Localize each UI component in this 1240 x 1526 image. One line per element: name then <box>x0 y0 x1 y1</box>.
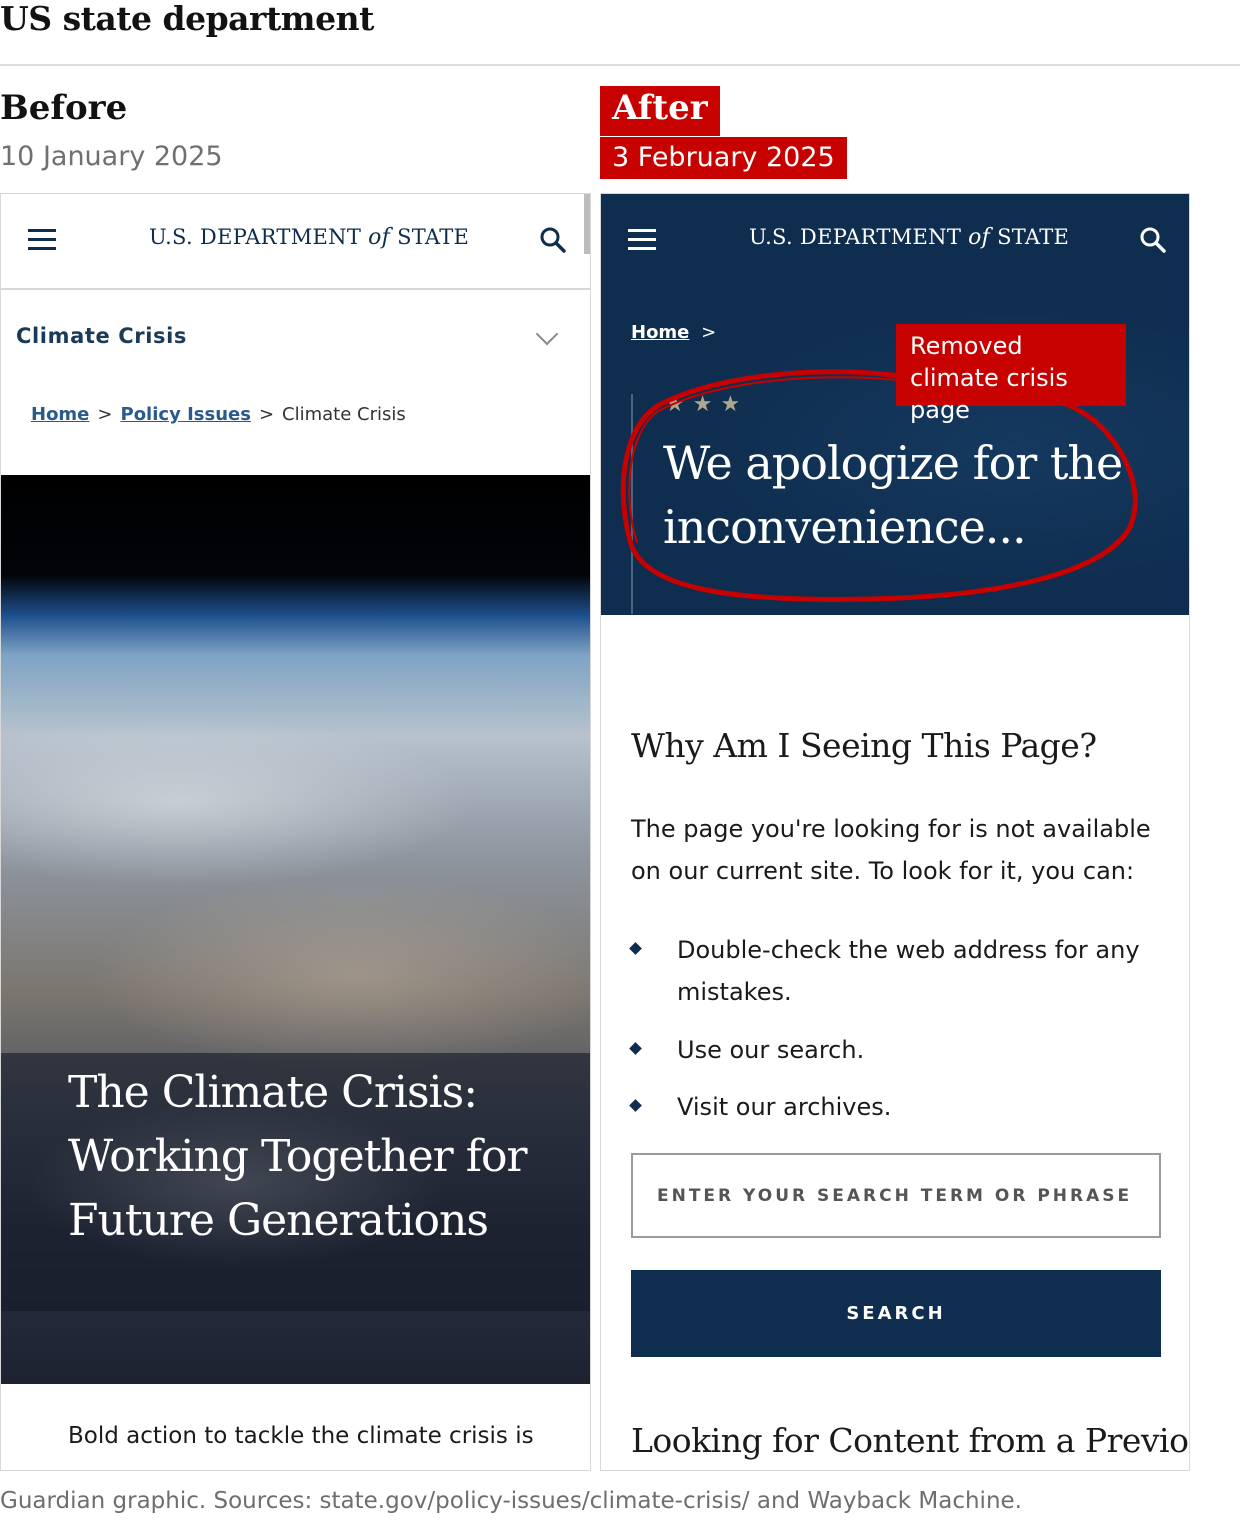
body-text: Bold action to tackle the climate crisis… <box>68 1423 534 1449</box>
list-item: Use our search. <box>677 1036 865 1064</box>
site-header: U.S. DEPARTMENT of STATE <box>1 194 590 290</box>
graphic-title: US state department <box>0 0 374 38</box>
hero-earth-image: The Climate Crisis: Working Together for… <box>1 475 590 1384</box>
list-item: Visit our archives. <box>677 1093 892 1121</box>
after-screenshot: U.S. DEPARTMENT of STATE Home > ★★★ We a… <box>600 193 1190 1471</box>
search-icon[interactable] <box>539 226 567 254</box>
before-screenshot: U.S. DEPARTMENT of STATE Climate Crisis … <box>0 193 591 1471</box>
list-item: Double-check the web address for any mis… <box>677 936 1140 1006</box>
diamond-bullet-icon <box>629 1042 642 1055</box>
breadcrumb: Home > Policy Issues > Climate Crisis <box>31 404 406 425</box>
previous-admin-heading: Looking for Content from a Previous <box>631 1421 1190 1460</box>
title-divider <box>0 64 1240 66</box>
after-date: 3 February 2025 <box>600 137 847 179</box>
diamond-bullet-icon <box>629 942 642 955</box>
breadcrumb-current: Climate Crisis <box>282 404 406 425</box>
before-label: Before <box>0 88 128 128</box>
site-logo[interactable]: U.S. DEPARTMENT of STATE <box>149 225 469 250</box>
breadcrumb-separator: > <box>258 404 275 425</box>
annotation-callout: Removed climate crisis page <box>896 324 1126 424</box>
hero-title: The Climate Crisis: Working Together for… <box>68 1067 528 1246</box>
after-label: After <box>600 86 720 136</box>
error-hero: U.S. DEPARTMENT of STATE Home > ★★★ We a… <box>601 194 1189 615</box>
diamond-bullet-icon <box>629 1099 642 1112</box>
search-button[interactable]: SEARCH <box>631 1270 1161 1357</box>
section-title: Climate Crisis <box>16 324 188 348</box>
section-dropdown[interactable]: Climate Crisis <box>1 290 590 380</box>
breadcrumb-home[interactable]: Home <box>31 404 89 425</box>
breadcrumb-separator: > <box>97 404 113 425</box>
source-note: Guardian graphic. Sources: state.gov/pol… <box>0 1488 1022 1514</box>
search-input[interactable] <box>631 1153 1161 1238</box>
why-heading: Why Am I Seeing This Page? <box>631 726 1097 765</box>
hamburger-menu-icon[interactable] <box>28 229 56 251</box>
scrollbar[interactable] <box>584 194 590 254</box>
before-date: 10 January 2025 <box>0 141 223 172</box>
breadcrumb-policy-issues[interactable]: Policy Issues <box>121 404 251 425</box>
chevron-down-icon <box>535 322 559 346</box>
explanation-paragraph: The page you're looking for is not avail… <box>631 815 1151 885</box>
